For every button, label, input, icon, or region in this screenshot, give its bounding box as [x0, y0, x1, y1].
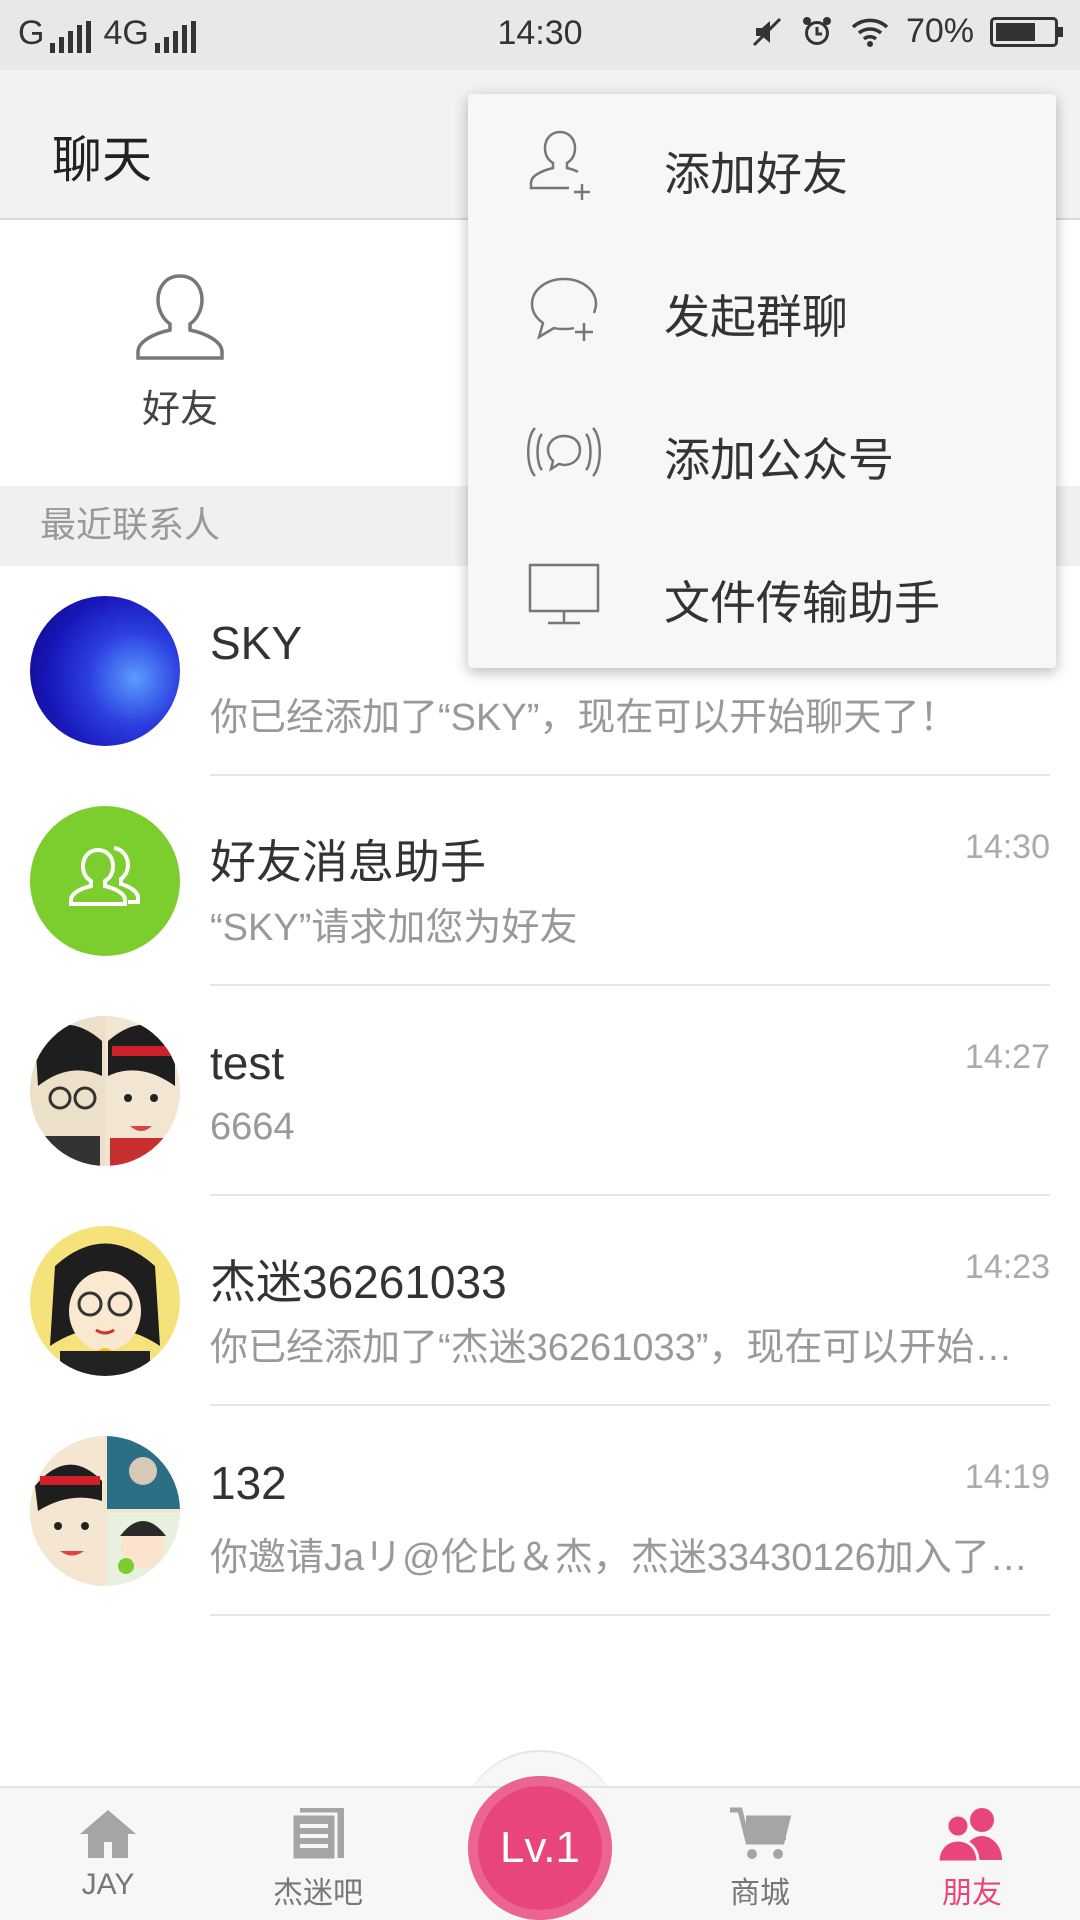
chat-message: 6664 — [210, 1106, 295, 1148]
chat-time: 14:27 — [964, 1038, 1050, 1076]
chat-message: 你已经添加了“杰迷36261033”，现在可以开始聊天了！ — [210, 1327, 1050, 1369]
broadcast-icon — [527, 427, 601, 477]
avatar — [30, 1016, 180, 1166]
monitor-icon — [528, 563, 600, 625]
battery-fill — [996, 22, 1035, 41]
nav-label: 杰迷吧 — [273, 1877, 363, 1910]
nav-label: 商城 — [730, 1877, 790, 1910]
battery-icon — [990, 16, 1063, 47]
status-bar: G 4G 14:30 70% — [0, 0, 1080, 70]
nav-item-forum[interactable]: 杰迷吧 — [238, 1806, 398, 1912]
chat-time: 14:23 — [964, 1248, 1050, 1286]
nav-item-shop[interactable]: 商城 — [680, 1806, 840, 1912]
home-icon — [80, 1810, 136, 1858]
chat-row[interactable]: test 14:27 6664 — [0, 986, 1080, 1196]
friends-label: 好友 — [141, 387, 218, 431]
chat-name: 杰迷36261033 — [210, 1256, 507, 1308]
menu-item-add-friend[interactable]: 添加好友 — [468, 94, 1056, 237]
avatar — [30, 1226, 180, 1376]
chat-list: SKY 你已经添加了“SKY”，现在可以开始聊天了！ 好友消息助手 14:30 … — [0, 566, 1080, 1616]
cartoon-avatar-icon — [50, 1243, 160, 1376]
chat-message: 你邀请Jaリ@伦比＆杰，杰迷33430126加入了群聊 — [210, 1537, 1050, 1579]
alarm-icon — [802, 16, 831, 45]
friends-icon — [936, 1808, 1002, 1864]
menu-item-label: 文件传输助手 — [664, 576, 940, 630]
battery-percent: 70% — [905, 12, 974, 50]
chat-name: test — [210, 1037, 285, 1089]
wifi-icon — [851, 18, 889, 47]
forum-icon — [290, 1808, 344, 1862]
nav-item-jay[interactable]: JAY — [28, 1806, 188, 1902]
cartoon-avatar-icon — [30, 1016, 180, 1166]
chat-name: 132 — [210, 1457, 287, 1509]
avatar — [30, 1436, 180, 1586]
menu-item-label: 添加好友 — [664, 147, 848, 201]
chat-time: 14:19 — [964, 1458, 1050, 1496]
person-icon — [136, 274, 224, 360]
group-collage-icon — [30, 1436, 180, 1586]
chat-message: 你已经添加了“SKY”，现在可以开始聊天了！ — [210, 697, 958, 739]
popup-menu: 添加好友 发起群聊 添加公众号 文件传输助手 — [468, 94, 1056, 668]
avatar — [30, 596, 180, 746]
group-chat-icon — [530, 277, 598, 341]
friends-entry[interactable]: 好友 — [110, 268, 250, 433]
nav-label: JAY — [81, 1868, 135, 1901]
cart-icon — [730, 1807, 792, 1859]
chat-row[interactable]: 杰迷36261033 14:23 你已经添加了“杰迷36261033”，现在可以… — [0, 1196, 1080, 1406]
chat-name: 好友消息助手 — [210, 836, 486, 888]
chat-row[interactable]: 132 14:19 你邀请Jaリ@伦比＆杰，杰迷33430126加入了群聊 — [0, 1406, 1080, 1616]
chat-row[interactable]: 好友消息助手 14:30 “SKY”请求加您为好友 — [0, 776, 1080, 986]
page-title: 聊天 — [52, 131, 152, 189]
menu-item-group-chat[interactable]: 发起群聊 — [468, 237, 1056, 380]
avatar — [30, 806, 180, 956]
divider — [210, 1614, 1050, 1616]
menu-item-label: 发起群聊 — [664, 290, 848, 344]
nav-label: 朋友 — [942, 1877, 1002, 1910]
chat-name: SKY — [210, 617, 303, 669]
chat-time: 14:30 — [964, 828, 1050, 866]
menu-item-file-transfer[interactable]: 文件传输助手 — [468, 523, 1056, 666]
chat-message: “SKY”请求加您为好友 — [210, 907, 578, 949]
level-button[interactable]: Lv.1 — [468, 1776, 612, 1920]
nav-item-friends[interactable]: 朋友 — [892, 1806, 1052, 1912]
add-friend-icon — [529, 130, 590, 200]
mute-icon — [752, 17, 781, 46]
menu-item-label: 添加公众号 — [664, 433, 894, 487]
friend-assistant-icon — [69, 846, 140, 906]
menu-item-add-official-account[interactable]: 添加公众号 — [468, 380, 1056, 523]
